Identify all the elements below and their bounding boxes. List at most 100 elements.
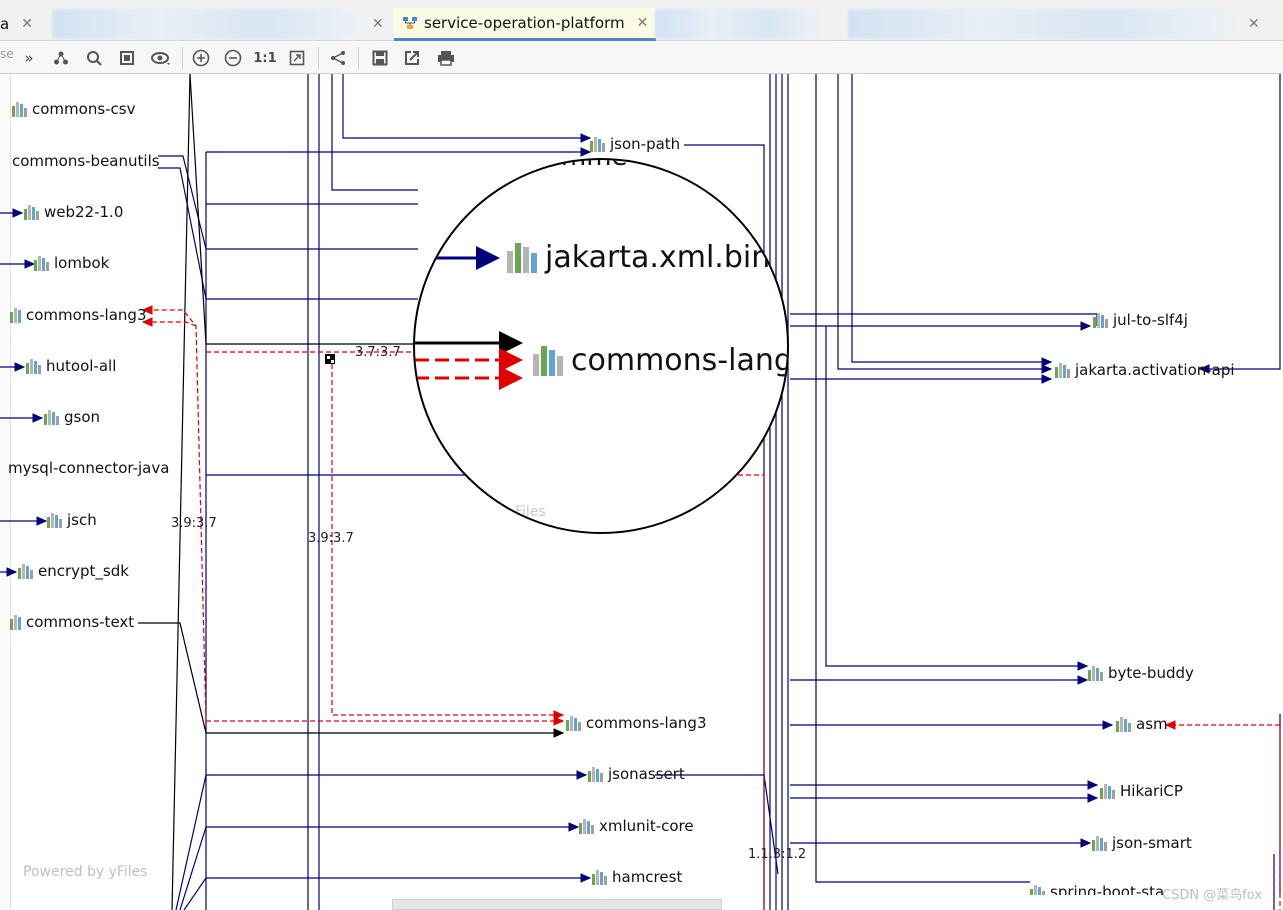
tab-label: service-operation-platform (424, 14, 625, 32)
lens-partial-text: Files (515, 504, 546, 520)
diagram-toolbar: se » 1:1 (0, 41, 1283, 74)
close-icon[interactable]: ✕ (1248, 8, 1260, 40)
dependency-node[interactable]: commons-csv (12, 100, 136, 118)
hierarchy-icon[interactable] (50, 47, 72, 69)
dependency-node[interactable]: hutool-all (26, 357, 116, 375)
maven-icon (24, 204, 39, 220)
maven-icon (579, 818, 594, 834)
maven-icon (44, 409, 59, 425)
toolbar-separator (182, 47, 183, 69)
maven-icon (592, 869, 607, 885)
close-icon[interactable]: ✕ (637, 15, 649, 31)
edge-version-label: 3.9:3.7 (171, 516, 217, 531)
editor-tab-bar: a ✕ ✕ service-operation-platform ✕ ✕ (0, 0, 1283, 41)
node-label: commons-beanutils (12, 152, 160, 170)
node-label: encrypt_sdk (38, 562, 129, 580)
dependency-node[interactable]: commons-text (10, 613, 134, 631)
dependency-node[interactable]: jsch (47, 511, 97, 529)
dependency-node[interactable]: hamcrest (592, 868, 682, 886)
dependency-node[interactable]: byte-buddy (1088, 664, 1194, 682)
dependency-node[interactable]: jsonassert (588, 765, 685, 783)
node-label: xmlunit-core (599, 817, 694, 835)
node-label: jsonassert (608, 765, 685, 783)
node-label: byte-buddy (1108, 664, 1194, 682)
left-stub-text: se (0, 47, 14, 61)
blurred-tab[interactable] (655, 9, 825, 39)
dependency-node[interactable]: commons-lang3 (566, 714, 707, 732)
dependency-node[interactable]: web22-1.0 (24, 203, 123, 221)
maven-icon (1100, 783, 1115, 799)
blurred-tab[interactable] (848, 9, 1238, 39)
node-label: hutool-all (46, 357, 117, 375)
eye-icon[interactable] (150, 47, 172, 69)
node-label: commons-lang3 (586, 714, 707, 732)
maven-icon (1092, 835, 1107, 851)
maven-icon (1055, 362, 1070, 378)
fit-icon[interactable] (286, 47, 308, 69)
tab-service-operation-platform[interactable]: service-operation-platform ✕ (394, 8, 657, 41)
maven-icon (10, 614, 21, 630)
toolbar-separator (318, 47, 319, 69)
save-icon[interactable] (369, 47, 391, 69)
layout-icon[interactable] (327, 47, 349, 69)
dependency-node[interactable]: jul-to-slf4j (1093, 311, 1188, 329)
maven-icon (1088, 665, 1103, 681)
node-label: HikariCP (1120, 782, 1183, 800)
watermark: CSDN @菜鸟fox (1162, 888, 1263, 903)
maven-icon (26, 358, 41, 374)
node-label: json-smart (1112, 834, 1192, 852)
maven-icon (47, 512, 62, 528)
node-label: hamcrest (612, 868, 683, 886)
collapse-icon[interactable]: » (18, 47, 40, 69)
dependency-node[interactable]: lombok (34, 254, 109, 272)
toolbar-separator (358, 47, 359, 69)
dependency-node[interactable]: jakarta.activation-api (1055, 361, 1235, 379)
dependency-node[interactable]: json-smart (1092, 834, 1192, 852)
zoom-in-icon[interactable] (190, 47, 212, 69)
node-label: gson (64, 408, 101, 426)
node-label: mysql-connector-java (8, 459, 170, 477)
node-label: asm (1136, 715, 1168, 733)
lens-partial-text: omme (545, 160, 628, 172)
dependency-node[interactable]: encrypt_sdk (18, 562, 129, 580)
powered-by-label: Powered by yFiles (23, 864, 148, 880)
maven-icon (1093, 312, 1108, 328)
maven-icon (18, 563, 33, 579)
tab-partial-left[interactable]: a ✕ (0, 8, 33, 40)
dependency-node[interactable]: gson (44, 408, 100, 426)
dependency-node[interactable]: HikariCP (1100, 782, 1183, 800)
maven-icon (507, 242, 537, 273)
maven-icon (34, 255, 49, 271)
find-icon[interactable] (83, 47, 105, 69)
edge-version-label: 3.7:3.7 (355, 345, 401, 360)
tab-partial-label: a (0, 15, 10, 33)
horizontal-scrollbar[interactable] (392, 899, 722, 910)
maven-icon (533, 345, 563, 376)
maven-icon (1116, 716, 1131, 732)
lens-node[interactable]: jakarta.xml.bind (507, 240, 789, 275)
close-icon[interactable]: ✕ (372, 8, 384, 40)
diagram-icon (402, 16, 418, 30)
close-icon[interactable]: ✕ (21, 16, 33, 32)
zoom-out-icon[interactable] (222, 47, 244, 69)
node-label: commons-csv (32, 100, 136, 118)
export-icon[interactable] (401, 47, 423, 69)
dependency-node[interactable]: asm (1116, 715, 1168, 733)
lens-node-label: jakarta.xml.bind (545, 240, 789, 275)
dependency-node[interactable]: xmlunit-core (579, 817, 694, 835)
blurred-tab[interactable] (52, 9, 370, 39)
select-icon[interactable] (116, 47, 138, 69)
maven-icon (566, 715, 581, 731)
lens-node[interactable]: commons-lang (533, 343, 787, 378)
node-label: jsch (67, 511, 97, 529)
node-label: jul-to-slf4j (1113, 311, 1188, 329)
maven-icon (10, 307, 21, 323)
magnifier-lens[interactable]: omme jakarta.xml.bind commons-lang Files (413, 158, 789, 534)
dependency-node[interactable]: json-path (590, 135, 680, 153)
dependency-node[interactable]: commons-lang3 (10, 306, 147, 324)
actual-size-button[interactable]: 1:1 (253, 47, 276, 69)
dependency-node[interactable]: commons-beanutils (12, 152, 160, 170)
dependency-node[interactable]: mysql-connector-java (8, 459, 169, 477)
print-icon[interactable] (435, 47, 457, 69)
edge-version-label: 1.1.3:1.2 (748, 847, 807, 862)
